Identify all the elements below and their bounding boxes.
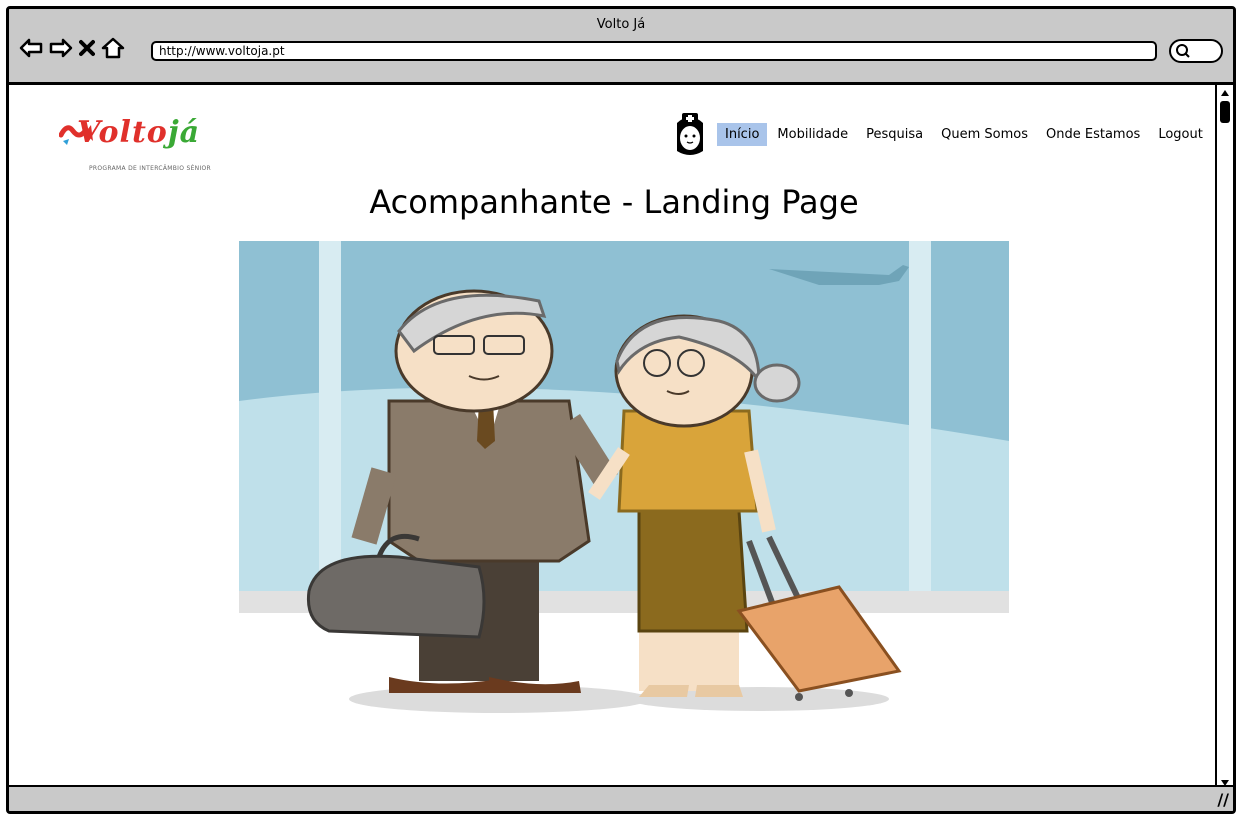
home-icon[interactable] [101, 37, 125, 59]
hero-window-frame-right [909, 241, 931, 611]
hero-illustration [239, 241, 1009, 713]
hero-window-frame-left [319, 241, 341, 611]
nav-item-logout[interactable]: Logout [1150, 123, 1211, 146]
page-content: Voltojá PROGRAMA DE INTERCÂMBIO SÉNIOR I… [9, 85, 1219, 791]
vertical-scrollbar[interactable] [1215, 85, 1233, 791]
search-button[interactable] [1169, 39, 1223, 63]
nav-item-onde-estamos[interactable]: Onde Estamos [1038, 123, 1148, 146]
logo-accent: já [167, 115, 201, 150]
forward-arrow-icon[interactable] [49, 38, 73, 58]
nav-item-quem-somos[interactable]: Quem Somos [933, 123, 1036, 146]
voltoja-logo[interactable]: Voltojá PROGRAMA DE INTERCÂMBIO SÉNIOR [59, 115, 229, 177]
back-arrow-icon[interactable] [19, 38, 43, 58]
nurse-avatar-icon[interactable] [673, 111, 707, 157]
scroll-thumb[interactable] [1220, 101, 1230, 123]
nav-item-pesquisa[interactable]: Pesquisa [858, 123, 931, 146]
resize-grip-icon[interactable]: // [1217, 790, 1229, 809]
browser-window: Volto Já http://www.voltoja.pt Voltojá P… [6, 6, 1236, 814]
main-nav: Início Mobilidade Pesquisa Quem Somos On… [673, 111, 1211, 157]
browser-nav-buttons [19, 33, 125, 63]
nav-menu: Início Mobilidade Pesquisa Quem Somos On… [717, 122, 1211, 146]
logo-main: olto [98, 115, 168, 150]
browser-toolbar: Volto Já http://www.voltoja.pt [9, 9, 1233, 85]
page-title: Acompanhante - Landing Page [369, 183, 859, 221]
nav-item-mobilidade[interactable]: Mobilidade [769, 123, 856, 146]
logo-wordmark: Voltojá [77, 115, 200, 150]
window-title: Volto Já [596, 17, 646, 32]
logo-v: V [77, 115, 99, 150]
logo-tagline: PROGRAMA DE INTERCÂMBIO SÉNIOR [89, 165, 212, 172]
close-x-icon[interactable] [79, 38, 95, 58]
scroll-up-icon[interactable] [1219, 87, 1231, 99]
status-bar: // [9, 785, 1233, 811]
nav-item-inicio[interactable]: Início [717, 122, 768, 146]
url-bar[interactable]: http://www.voltoja.pt [151, 41, 1157, 61]
search-icon [1176, 44, 1190, 58]
